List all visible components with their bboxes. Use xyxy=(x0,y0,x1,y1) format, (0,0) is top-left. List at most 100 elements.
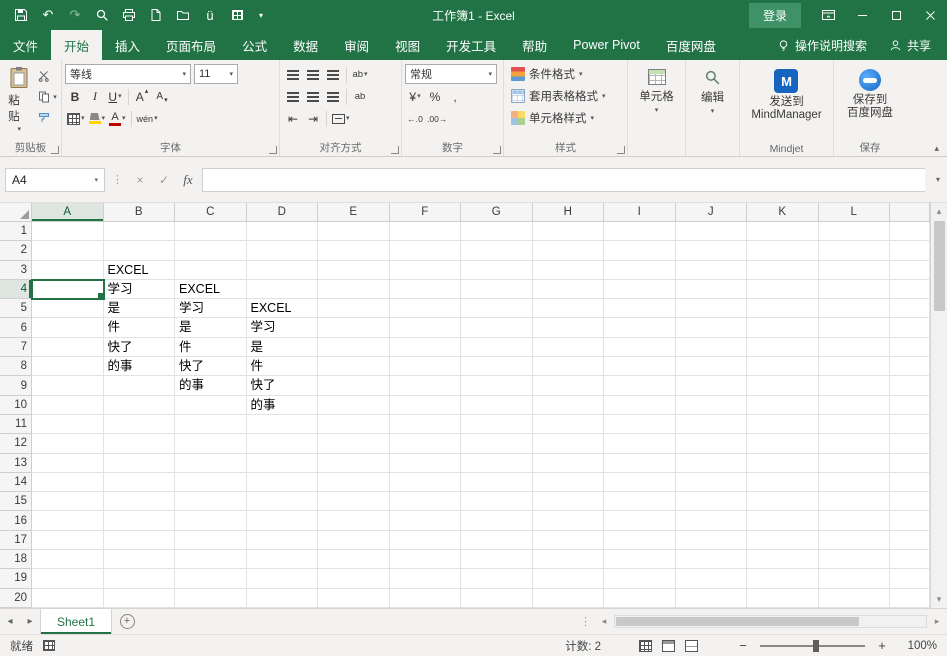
tab-developer[interactable]: 开发工具 xyxy=(433,30,509,60)
row-header-5[interactable]: 5 xyxy=(0,299,32,319)
cell-E16[interactable] xyxy=(318,511,390,531)
cell-H9[interactable] xyxy=(532,376,604,396)
cell-B17[interactable] xyxy=(103,530,175,551)
cell-G12[interactable] xyxy=(461,434,533,454)
comma-style-icon[interactable]: , xyxy=(445,87,465,106)
column-header-A[interactable]: A xyxy=(32,203,104,222)
cell-I3[interactable] xyxy=(604,260,676,280)
cell-B9[interactable] xyxy=(103,376,175,396)
cell-A12[interactable] xyxy=(32,434,104,454)
tab-data[interactable]: 数据 xyxy=(280,30,331,60)
cell-J10[interactable] xyxy=(675,395,747,415)
cell-H3[interactable] xyxy=(532,260,604,280)
ribbon-collapse-icon[interactable]: ▴ xyxy=(934,143,939,154)
cell-C6[interactable]: 是 xyxy=(175,318,247,338)
cell-F1[interactable] xyxy=(389,222,461,242)
row-header-1[interactable]: 1 xyxy=(0,222,32,242)
cell-I2[interactable] xyxy=(604,241,676,261)
cell-F16[interactable] xyxy=(389,511,461,531)
cell-L7[interactable] xyxy=(818,337,890,358)
cell-G18[interactable] xyxy=(461,550,533,570)
cell-I1[interactable] xyxy=(604,222,676,242)
cell-I10[interactable] xyxy=(604,395,676,415)
alignment-dialog-launcher[interactable] xyxy=(391,146,399,154)
cell-A20[interactable] xyxy=(32,588,104,608)
cell-D18[interactable] xyxy=(246,550,318,570)
cell-D8[interactable]: 件 xyxy=(246,357,318,377)
cell-J5[interactable] xyxy=(675,299,747,319)
cell-C4[interactable]: EXCEL xyxy=(175,279,247,300)
cell-J7[interactable] xyxy=(675,337,747,358)
select-all-button[interactable] xyxy=(0,203,32,222)
sheet-tab-sheet1[interactable]: Sheet1 xyxy=(40,609,112,634)
cell-A6[interactable] xyxy=(32,318,104,338)
cell-A18[interactable] xyxy=(32,550,104,570)
cell-H13[interactable] xyxy=(532,453,604,473)
cell-D1[interactable] xyxy=(246,222,318,242)
cell-K20[interactable] xyxy=(747,588,819,608)
tab-review[interactable]: 审阅 xyxy=(331,30,382,60)
column-header-C[interactable]: C xyxy=(175,203,247,222)
cell-L12[interactable] xyxy=(818,434,890,454)
cell-D12[interactable] xyxy=(246,434,318,454)
cell-G17[interactable] xyxy=(461,530,533,551)
cell-B12[interactable] xyxy=(103,434,175,454)
ribbon-display-options-icon[interactable] xyxy=(811,0,845,30)
tab-formulas[interactable]: 公式 xyxy=(229,30,280,60)
cell-K16[interactable] xyxy=(747,511,819,531)
column-header-B[interactable]: B xyxy=(103,203,175,222)
cell-H18[interactable] xyxy=(532,550,604,570)
formula-input[interactable] xyxy=(202,167,925,192)
align-center-icon[interactable] xyxy=(303,87,323,106)
cell-I20[interactable] xyxy=(604,588,676,608)
cell-H17[interactable] xyxy=(532,530,604,551)
cell-B5[interactable]: 是 xyxy=(103,299,175,319)
cell-H11[interactable] xyxy=(532,414,604,435)
cell-J3[interactable] xyxy=(675,260,747,280)
cell-L4[interactable] xyxy=(818,279,890,300)
cell-G1[interactable] xyxy=(461,222,533,242)
percent-style-icon[interactable]: % xyxy=(425,87,445,106)
cell-K18[interactable] xyxy=(747,550,819,570)
horizontal-scrollbar[interactable] xyxy=(614,615,927,628)
cell-C19[interactable] xyxy=(175,569,247,589)
cell-D20[interactable] xyxy=(246,588,318,608)
cell-B2[interactable] xyxy=(103,241,175,261)
cell-G6[interactable] xyxy=(461,318,533,338)
cell-K15[interactable] xyxy=(747,492,819,512)
page-break-view-icon[interactable] xyxy=(685,639,698,652)
cell-G5[interactable] xyxy=(461,299,533,319)
cell-L16[interactable] xyxy=(818,511,890,531)
cell-J19[interactable] xyxy=(675,569,747,589)
cell-I5[interactable] xyxy=(604,299,676,319)
cell-B20[interactable] xyxy=(103,588,175,608)
cell-J15[interactable] xyxy=(675,492,747,512)
cell-E12[interactable] xyxy=(318,434,390,454)
row-header-15[interactable]: 15 xyxy=(0,492,32,512)
cell-F12[interactable] xyxy=(389,434,461,454)
cell-A7[interactable] xyxy=(32,337,104,358)
cell-J4[interactable] xyxy=(675,279,747,300)
cell-C17[interactable] xyxy=(175,530,247,551)
enter-entry-icon[interactable]: ✓ xyxy=(154,173,174,187)
row-header-9[interactable]: 9 xyxy=(0,376,32,396)
cell-E14[interactable] xyxy=(318,472,390,493)
cell-D2[interactable] xyxy=(246,241,318,261)
send-to-mindmanager-button[interactable]: M 发送到 MindManager xyxy=(745,63,827,122)
format-as-table-button[interactable]: 套用表格格式 ▾ xyxy=(507,85,624,107)
tab-home[interactable]: 开始 xyxy=(51,30,103,60)
cell-I15[interactable] xyxy=(604,492,676,512)
cell-L14[interactable] xyxy=(818,472,890,493)
cell-A1[interactable] xyxy=(32,222,104,242)
cell-E3[interactable] xyxy=(318,260,390,280)
decrease-font-button[interactable]: A ▾ xyxy=(152,87,172,106)
cell-G8[interactable] xyxy=(461,357,533,377)
cell-F11[interactable] xyxy=(389,414,461,435)
zoom-slider-thumb[interactable] xyxy=(812,639,819,652)
cell-D5[interactable]: EXCEL xyxy=(246,299,318,319)
cell-E18[interactable] xyxy=(318,550,390,570)
redo-icon[interactable]: ↷ xyxy=(67,7,83,23)
cell-F19[interactable] xyxy=(389,569,461,589)
cell-H8[interactable] xyxy=(532,357,604,377)
formula-bar-expand-icon[interactable]: ▾ xyxy=(929,175,947,184)
